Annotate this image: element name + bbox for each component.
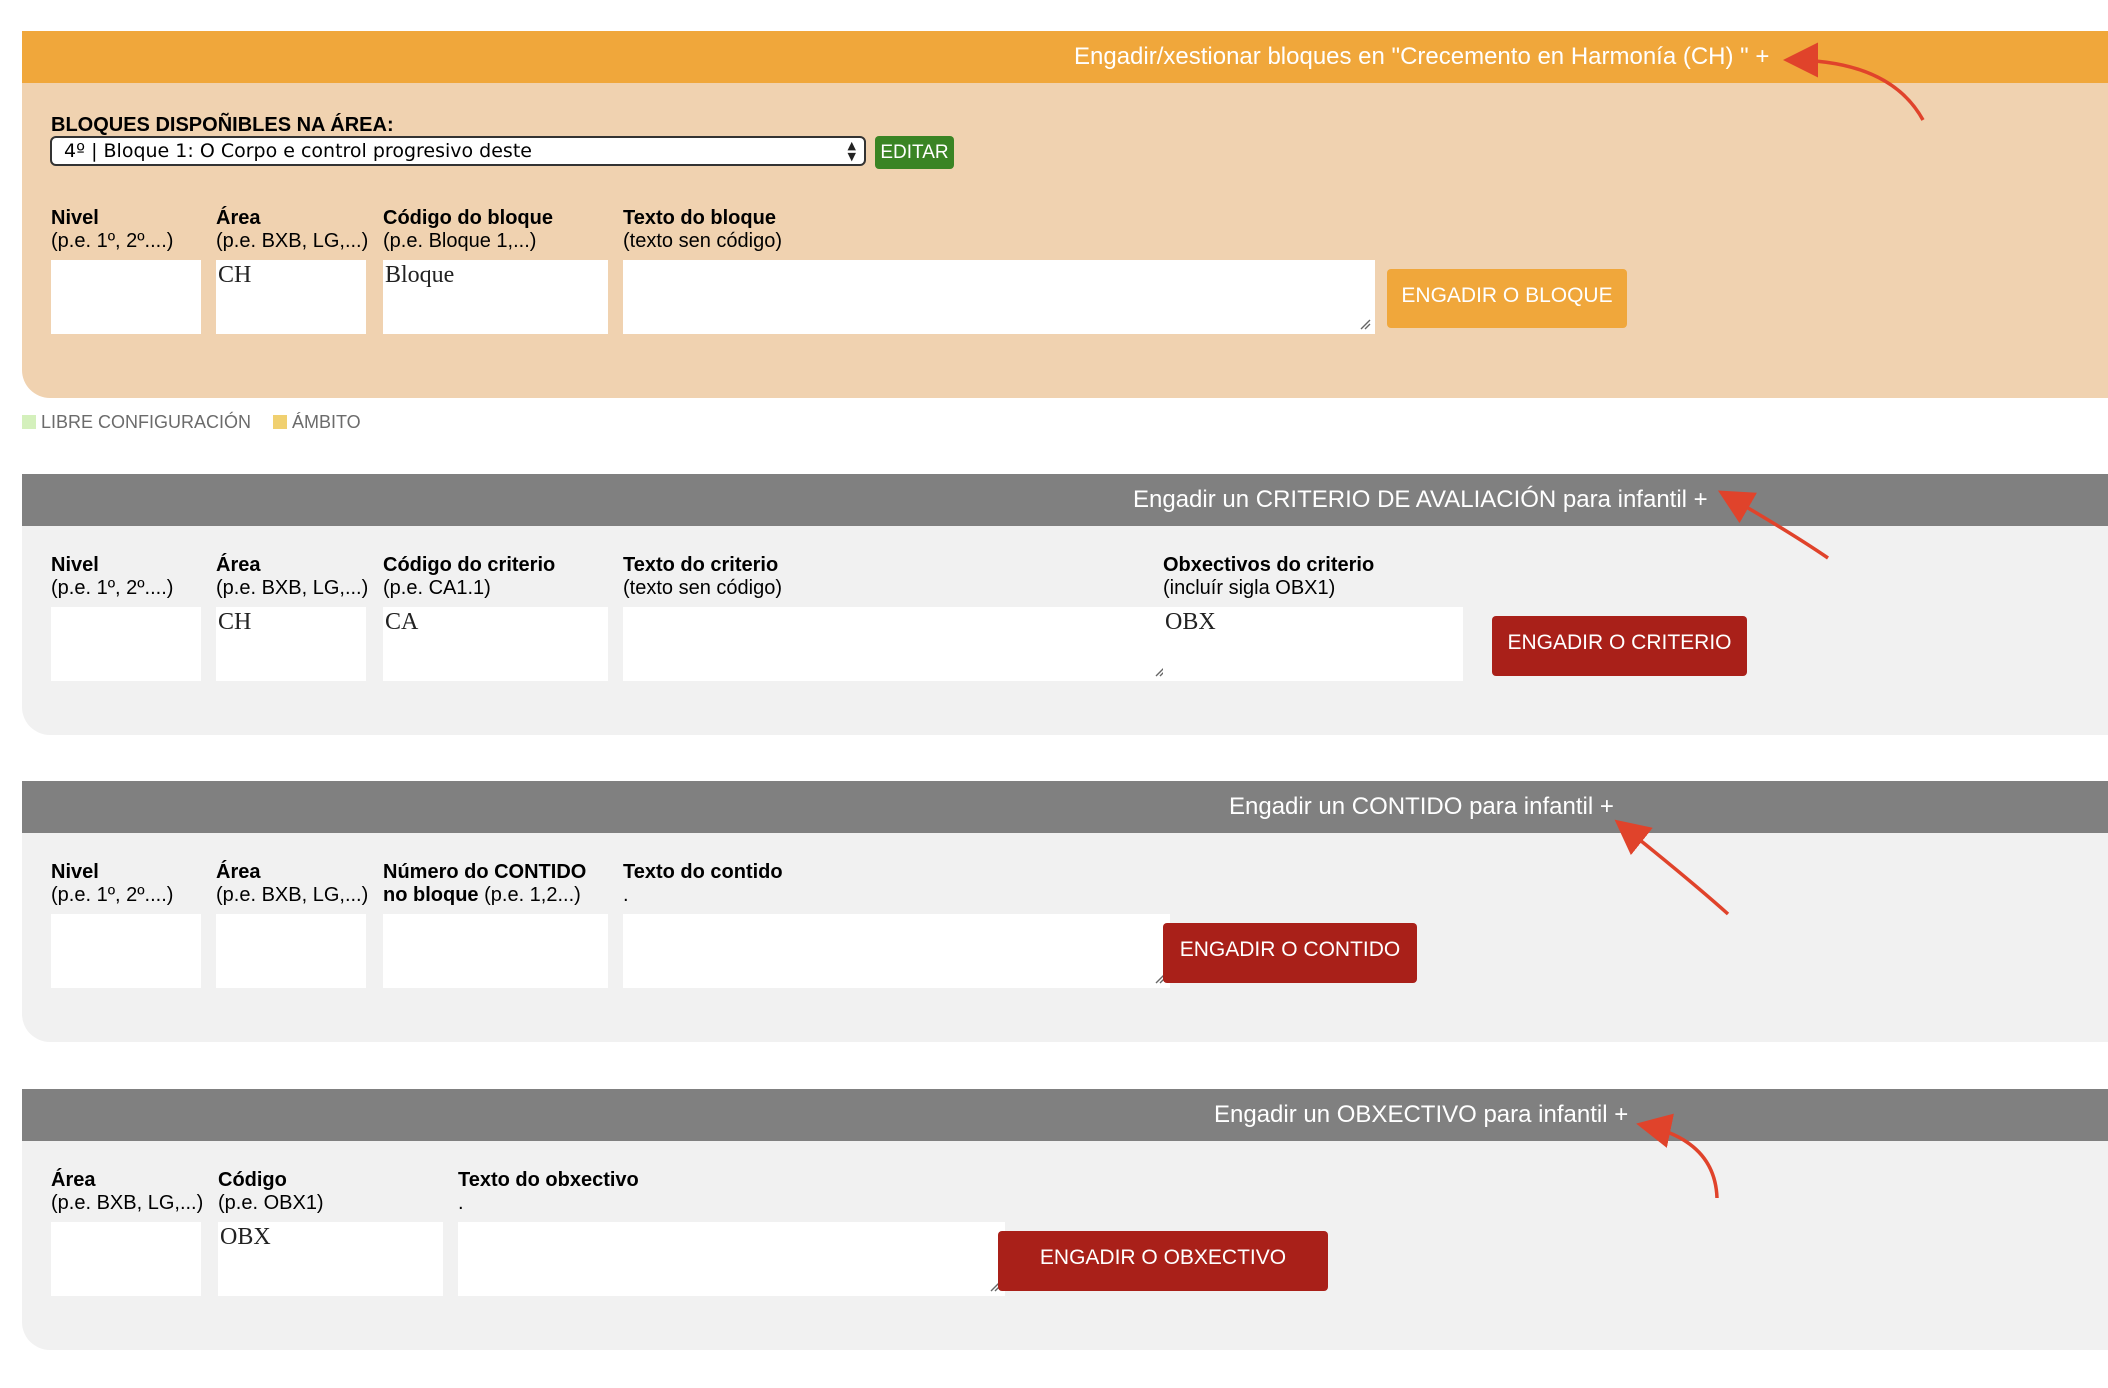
obxectivo-area-input[interactable] [51, 1222, 201, 1296]
bloques-select[interactable]: 4º | Bloque 1: O Corpo e control progres… [50, 136, 866, 166]
ambito-swatch [273, 415, 287, 429]
criterio-area-input[interactable]: CH [216, 607, 366, 681]
bloque-nivel-label: Nivel (p.e. 1º, 2º....) [51, 207, 174, 252]
libre-swatch [22, 415, 36, 429]
contido-numero-label: Número do CONTIDO no bloque (p.e. 1,2...) [383, 861, 587, 906]
engadir-bloque-button[interactable]: ENGADIR O BLOQUE [1387, 269, 1627, 328]
bloque-nivel-input[interactable] [51, 260, 201, 334]
criterio-obx-input[interactable]: OBX [1163, 607, 1463, 681]
edit-bloque-button[interactable]: EDITAR [875, 136, 954, 169]
criterio-panel-header[interactable]: Engadir un CRITERIO DE AVALIACIÓN para i… [22, 474, 2108, 526]
bloques-available-label: BLOQUES DISPOÑIBLES NA ÁREA: [51, 114, 394, 136]
criterio-codigo-label: Código do criterio (p.e. CA1.1) [383, 554, 556, 599]
criterio-codigo-input[interactable]: CA [383, 607, 608, 681]
criterio-nivel-label: Nivel (p.e. 1º, 2º....) [51, 554, 174, 599]
criterio-texto-textarea[interactable] [623, 607, 1170, 681]
criterio-panel-title[interactable]: Engadir un CRITERIO DE AVALIACIÓN para i… [1133, 474, 1708, 526]
engadir-obxectivo-button[interactable]: ENGADIR O OBXECTIVO [998, 1231, 1328, 1291]
bloque-area-label: Área (p.e. BXB, LG,...) [216, 207, 369, 252]
obxectivo-area-label: Área (p.e. BXB, LG,...) [51, 1169, 204, 1214]
contido-numero-input[interactable] [383, 914, 608, 988]
bloques-panel: Engadir/xestionar bloques en "Crecemento… [22, 31, 2108, 398]
contido-panel: Engadir un CONTIDO para infantil + Nivel… [22, 781, 2108, 1042]
obxectivo-panel: Engadir un OBXECTIVO para infantil + Áre… [22, 1089, 2108, 1350]
bloque-texto-label: Texto do bloque (texto sen código) [623, 207, 782, 252]
engadir-criterio-button[interactable]: ENGADIR O CRITERIO [1492, 616, 1747, 676]
obxectivo-panel-header[interactable]: Engadir un OBXECTIVO para infantil + [22, 1089, 2108, 1141]
criterio-area-label: Área (p.e. BXB, LG,...) [216, 554, 369, 599]
obxectivo-texto-textarea[interactable] [458, 1222, 1005, 1296]
contido-texto-textarea[interactable] [623, 914, 1170, 988]
contido-panel-title[interactable]: Engadir un CONTIDO para infantil + [1229, 781, 1614, 833]
contido-nivel-label: Nivel (p.e. 1º, 2º....) [51, 861, 174, 906]
criterio-panel: Engadir un CRITERIO DE AVALIACIÓN para i… [22, 474, 2108, 735]
engadir-contido-button[interactable]: ENGADIR O CONTIDO [1163, 923, 1417, 983]
criterio-texto-label: Texto do criterio (texto sen código) [623, 554, 782, 599]
bloques-panel-header[interactable]: Engadir/xestionar bloques en "Crecemento… [22, 31, 2108, 83]
contido-area-input[interactable] [216, 914, 366, 988]
resize-grip-icon[interactable] [1359, 318, 1371, 330]
obxectivo-codigo-input[interactable]: OBX [218, 1222, 443, 1296]
contido-area-label: Área (p.e. BXB, LG,...) [216, 861, 369, 906]
contido-panel-header[interactable]: Engadir un CONTIDO para infantil + [22, 781, 2108, 833]
bloques-select-value: 4º | Bloque 1: O Corpo e control progres… [64, 140, 532, 162]
bloque-texto-textarea[interactable] [623, 260, 1375, 334]
bloque-codigo-input[interactable]: Bloque [383, 260, 608, 334]
contido-nivel-input[interactable] [51, 914, 201, 988]
criterio-nivel-input[interactable] [51, 607, 201, 681]
obxectivo-codigo-label: Código (p.e. OBX1) [218, 1169, 324, 1214]
obxectivo-panel-title[interactable]: Engadir un OBXECTIVO para infantil + [1214, 1089, 1628, 1141]
bloques-panel-title[interactable]: Engadir/xestionar bloques en "Crecemento… [1074, 31, 1769, 83]
legend-ambito: ÁMBITO [273, 412, 361, 433]
contido-texto-label: Texto do contido. [623, 861, 783, 906]
select-arrows-icon: ▲ ▼ [847, 139, 856, 163]
bloque-codigo-label: Código do bloque (p.e. Bloque 1,...) [383, 207, 553, 252]
bloque-area-input[interactable]: CH [216, 260, 366, 334]
legend-libre: LIBRE CONFIGURACIÓN [22, 412, 251, 433]
obxectivo-texto-label: Texto do obxectivo. [458, 1169, 639, 1214]
criterio-obx-label: Obxectivos do criterio (incluír sigla OBX… [1163, 554, 1375, 599]
